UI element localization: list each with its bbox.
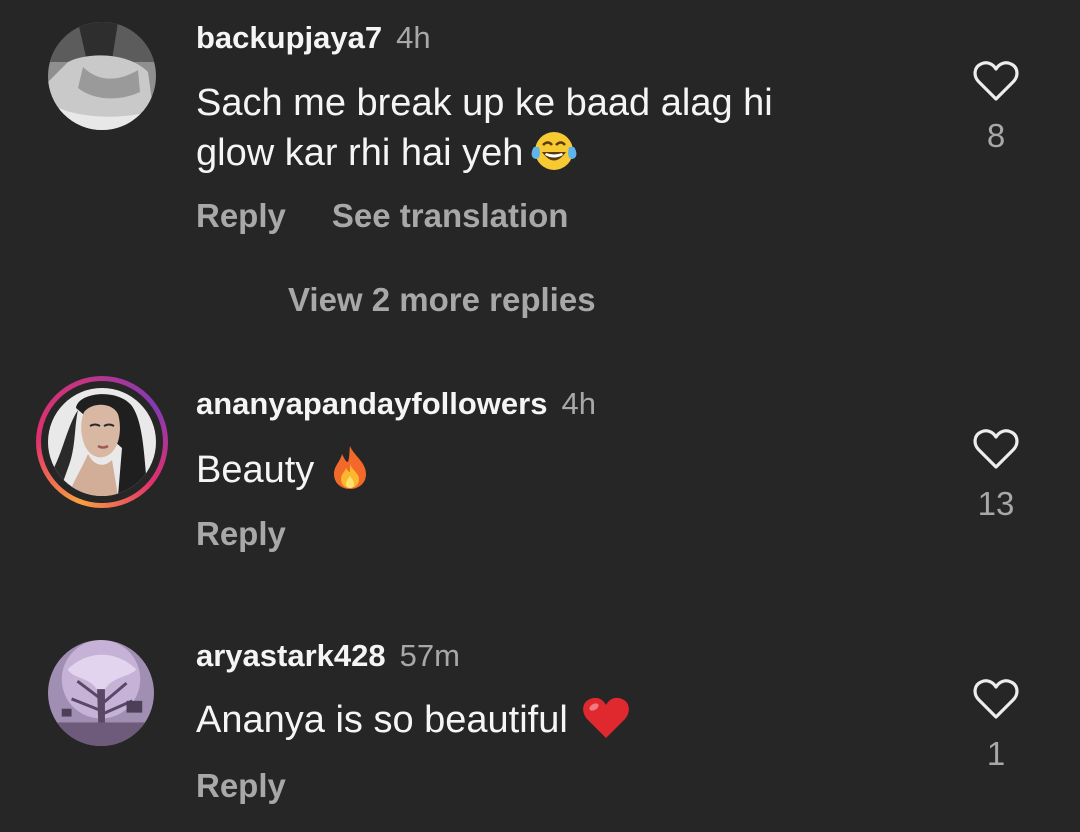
fire-icon [330, 444, 370, 503]
comment-text-line: glow kar rhi hai yeh [196, 132, 524, 174]
comment-text-line: Beauty [196, 449, 315, 491]
comments-list: backupjaya7 4h Sach me break up ke baad a… [0, 0, 1080, 832]
avatar-photo [48, 640, 154, 746]
comment-text-line: Ananya is so beautiful [196, 699, 568, 741]
like-count: 8 [986, 117, 1006, 154]
comment-text-line: Sach me break up ke baad alag hi [196, 82, 773, 124]
comment-actions: Reply [196, 514, 286, 554]
reply-button[interactable]: Reply [196, 197, 286, 234]
reply-button[interactable]: Reply [196, 515, 286, 552]
avatar-photo [48, 388, 156, 496]
see-translation-button[interactable]: See translation [332, 197, 569, 234]
like-count: 13 [977, 485, 1015, 522]
like-control: 1 [966, 678, 1026, 774]
timestamp: 4h [561, 386, 596, 421]
heart-icon[interactable] [973, 428, 1019, 470]
heart-icon[interactable] [973, 60, 1019, 102]
avatar-photo [48, 22, 156, 130]
avatar[interactable] [48, 22, 156, 130]
comment-text: Sach me break up ke baad alag hi glow ka… [196, 78, 876, 186]
red-heart-icon [582, 696, 630, 753]
face-with-tears-of-joy-icon [531, 129, 577, 186]
comment-actions: Reply See translation [196, 196, 568, 236]
avatar [48, 388, 156, 496]
like-control: 13 [966, 428, 1026, 524]
timestamp: 4h [396, 20, 431, 55]
like-count: 1 [986, 735, 1006, 772]
comment-text: Ananya is so beautiful [196, 695, 876, 753]
comment-text: Beauty [196, 444, 876, 503]
username[interactable]: backupjaya7 [196, 20, 382, 55]
timestamp: 57m [399, 638, 460, 673]
story-ring[interactable] [36, 376, 168, 508]
view-more-replies-button[interactable]: View 2 more replies [288, 280, 596, 320]
comment-header: ananyapandayfollowers 4h [196, 384, 596, 424]
reply-button[interactable]: Reply [196, 767, 286, 804]
username[interactable]: ananyapandayfollowers [196, 386, 547, 421]
comment-actions: Reply [196, 766, 286, 806]
comment-header: backupjaya7 4h [196, 18, 431, 58]
like-control: 8 [966, 60, 1026, 156]
username[interactable]: aryastark428 [196, 638, 386, 673]
comment-header: aryastark428 57m [196, 636, 460, 676]
heart-icon[interactable] [973, 678, 1019, 720]
avatar[interactable] [48, 640, 154, 746]
